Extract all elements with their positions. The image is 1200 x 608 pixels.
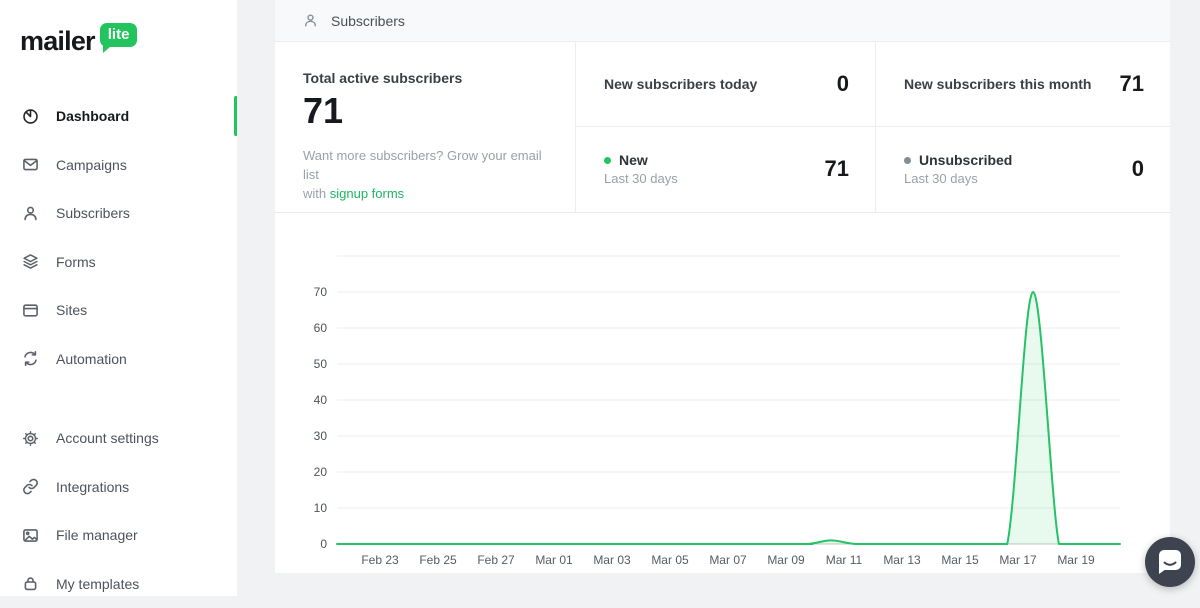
sidebar-item-campaigns[interactable]: Campaigns xyxy=(0,141,237,190)
new-today-label: New subscribers today xyxy=(604,76,757,92)
settings-icon xyxy=(22,430,39,447)
logo-lite-badge: lite xyxy=(100,23,138,47)
x-tick-label: Mar 15 xyxy=(930,553,990,567)
mailerlite-logo[interactable]: mailer lite xyxy=(20,26,137,56)
y-tick-label: 40 xyxy=(275,393,327,407)
stats-middle-column: New subscribers today 0 New Last 30 days… xyxy=(575,42,875,212)
sidebar-item-subscribers[interactable]: Subscribers xyxy=(0,189,237,238)
x-tick-label: Feb 27 xyxy=(466,553,526,567)
sidebar-item-label: Forms xyxy=(56,254,96,270)
unsubscribed-30days-card: Unsubscribed Last 30 days 0 xyxy=(876,127,1170,213)
x-tick-label: Mar 13 xyxy=(872,553,932,567)
sidebar-nav-primary: Dashboard Campaigns Subscribers Forms Si… xyxy=(0,92,237,383)
dashboard-icon xyxy=(22,108,39,125)
sidebar-item-sites[interactable]: Sites xyxy=(0,286,237,335)
sidebar-item-label: File manager xyxy=(56,527,138,543)
sidebar-item-forms[interactable]: Forms xyxy=(0,238,237,287)
grow-list-hint: Want more subscribers? Grow your email l… xyxy=(303,146,561,203)
x-tick-label: Mar 01 xyxy=(524,553,584,567)
subscribers-header-icon xyxy=(303,13,318,28)
new-30days-card: New Last 30 days 71 xyxy=(576,127,875,213)
sidebar-item-integrations[interactable]: Integrations xyxy=(0,463,237,512)
x-tick-label: Mar 05 xyxy=(640,553,700,567)
hint-text-line1: Want more subscribers? Grow your email l… xyxy=(303,148,542,182)
new-legend-sublabel: Last 30 days xyxy=(604,171,678,186)
unsubscribed-legend-label: Unsubscribed xyxy=(919,152,1012,168)
sidebar-nav-secondary: Account settings Integrations File manag… xyxy=(0,414,237,608)
stats-row: Total active subscribers 71 Want more su… xyxy=(275,42,1170,213)
new-30days-value: 71 xyxy=(825,156,849,182)
y-tick-label: 60 xyxy=(275,321,327,335)
unsubscribed-legend-sublabel: Last 30 days xyxy=(904,171,1012,186)
chat-widget-button[interactable] xyxy=(1145,537,1195,587)
x-tick-label: Mar 09 xyxy=(756,553,816,567)
signup-forms-link[interactable]: signup forms xyxy=(330,186,404,201)
new-month-card: New subscribers this month 71 xyxy=(876,42,1170,127)
automation-icon xyxy=(22,350,39,367)
sidebar-item-label: Automation xyxy=(56,351,127,367)
subscribers-icon xyxy=(22,205,39,222)
sites-icon xyxy=(22,302,39,319)
unsubscribed-legend-dot xyxy=(904,157,911,164)
x-tick-label: Feb 23 xyxy=(350,553,410,567)
x-tick-label: Mar 19 xyxy=(1046,553,1106,567)
new-month-value: 71 xyxy=(1120,71,1144,97)
total-subscribers-card: Total active subscribers 71 Want more su… xyxy=(275,42,575,212)
sidebar-item-label: Campaigns xyxy=(56,157,127,173)
y-tick-label: 0 xyxy=(275,537,327,551)
logo-text: mailer xyxy=(20,26,95,56)
sidebar-item-my-templates[interactable]: My templates xyxy=(0,560,237,608)
y-tick-label: 70 xyxy=(275,285,327,299)
x-tick-label: Mar 11 xyxy=(814,553,874,567)
hint-text-line2-prefix: with xyxy=(303,186,330,201)
new-legend-label: New xyxy=(619,152,648,168)
unsubscribed-legend: Unsubscribed Last 30 days xyxy=(904,152,1012,186)
chat-bubble-icon xyxy=(1145,537,1195,587)
active-nav-indicator xyxy=(234,96,237,136)
file-manager-icon xyxy=(22,527,39,544)
page-title: Subscribers xyxy=(331,13,405,29)
total-subscribers-value: 71 xyxy=(303,90,551,132)
sidebar-item-label: My templates xyxy=(56,576,139,592)
new-today-value: 0 xyxy=(837,71,849,97)
x-tick-label: Mar 17 xyxy=(988,553,1048,567)
sidebar-item-account-settings[interactable]: Account settings xyxy=(0,414,237,463)
templates-icon xyxy=(22,575,39,592)
sidebar-item-label: Sites xyxy=(56,302,87,318)
sidebar: mailer lite Dashboard Campaigns Subscrib… xyxy=(0,0,237,596)
y-tick-label: 20 xyxy=(275,465,327,479)
integrations-icon xyxy=(22,478,39,495)
sidebar-item-file-manager[interactable]: File manager xyxy=(0,511,237,560)
total-subscribers-label: Total active subscribers xyxy=(303,70,551,86)
forms-icon xyxy=(22,253,39,270)
page-header: Subscribers xyxy=(275,0,1170,42)
subscribers-area-chart: 0 10 20 30 40 50 60 70 Feb 23Feb 25Feb 27Mar 01… xyxy=(275,213,1170,573)
campaigns-icon xyxy=(22,156,39,173)
sidebar-item-dashboard[interactable]: Dashboard xyxy=(0,92,237,141)
chart-plot-svg xyxy=(275,213,1170,573)
stats-right-column: New subscribers this month 71 Unsubscrib… xyxy=(875,42,1170,212)
sidebar-item-label: Subscribers xyxy=(56,205,130,221)
new-month-label: New subscribers this month xyxy=(904,76,1091,92)
y-tick-label: 10 xyxy=(275,501,327,515)
new-30days-legend: New Last 30 days xyxy=(604,152,678,186)
sidebar-item-label: Dashboard xyxy=(56,108,129,124)
sidebar-item-label: Account settings xyxy=(56,430,159,446)
x-tick-label: Mar 03 xyxy=(582,553,642,567)
sidebar-item-automation[interactable]: Automation xyxy=(0,335,237,384)
new-legend-dot xyxy=(604,157,611,164)
x-tick-label: Mar 07 xyxy=(698,553,758,567)
y-tick-label: 50 xyxy=(275,357,327,371)
main-content: Subscribers Total active subscribers 71 … xyxy=(275,0,1170,573)
new-today-card: New subscribers today 0 xyxy=(576,42,875,127)
sidebar-item-label: Integrations xyxy=(56,479,129,495)
y-tick-label: 30 xyxy=(275,429,327,443)
unsubscribed-30days-value: 0 xyxy=(1132,156,1144,182)
x-tick-label: Feb 25 xyxy=(408,553,468,567)
